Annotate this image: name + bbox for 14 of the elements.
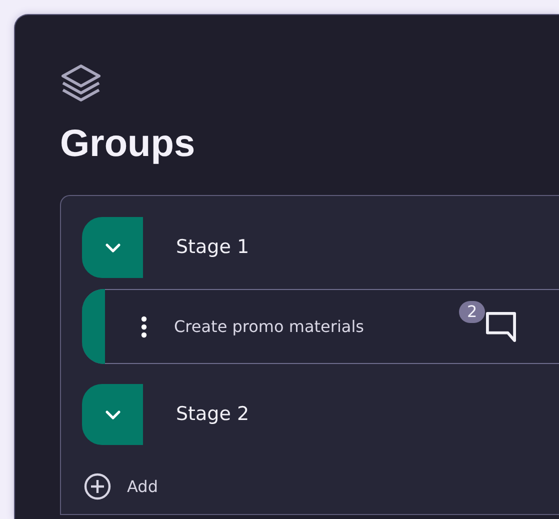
plus-circle-icon	[84, 473, 111, 500]
panel-title: Groups	[60, 125, 196, 163]
chevron-down-icon	[104, 242, 120, 252]
task-row[interactable]: Create promo materials 2	[82, 289, 559, 364]
chevron-down-icon	[104, 410, 120, 420]
stage-title: Stage 1	[176, 235, 250, 260]
collapse-toggle[interactable]	[82, 217, 143, 278]
comment-icon[interactable]	[486, 310, 516, 342]
task-title: Create promo materials	[174, 316, 364, 338]
stage-title: Stage 2	[176, 402, 250, 428]
add-button[interactable]: Add	[82, 473, 158, 500]
more-options-icon[interactable]	[141, 316, 147, 338]
comment-count: 2	[459, 300, 486, 322]
collapse-toggle[interactable]	[82, 384, 143, 445]
